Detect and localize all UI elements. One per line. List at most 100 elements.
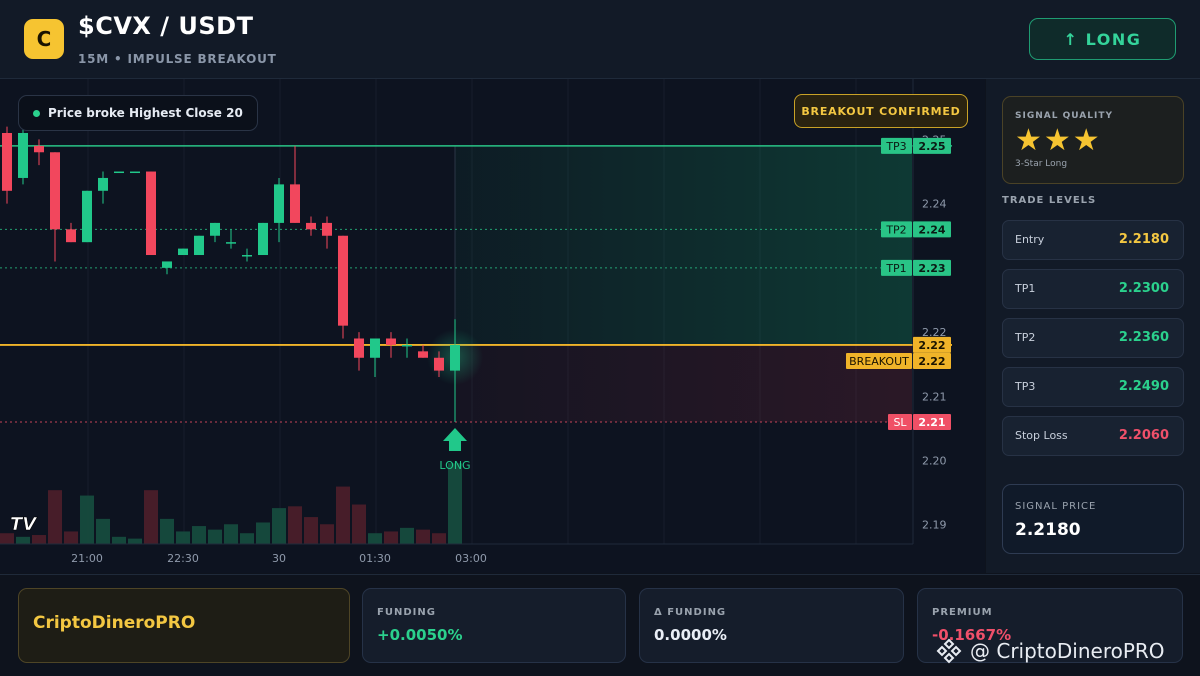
volume-bar: [352, 504, 366, 544]
signal-price-value: 2.2180: [1015, 520, 1081, 540]
candle-body: [258, 222, 268, 256]
volume-bar: [240, 533, 254, 544]
level-name-text: TP2: [885, 223, 906, 236]
candlestick-chart[interactable]: LONG2.252.242.222.212.202.192.25TP32.24T…: [0, 79, 985, 573]
volume-bar: [288, 506, 302, 544]
funding-title: FUNDING: [377, 607, 436, 618]
volume-bar: [16, 536, 30, 544]
trade-level-value: 2.2060: [1118, 428, 1169, 443]
volume-bar: [144, 490, 158, 544]
time-tick-label: 01:30: [359, 552, 391, 565]
long-arrow-icon: [443, 427, 467, 451]
price-tick-label: 2.21: [922, 390, 947, 403]
volume-bar: [160, 518, 174, 544]
trade-level-tp1: TP1 2.2300: [1002, 269, 1184, 309]
price-tick-label: 2.20: [922, 455, 947, 468]
time-tick-label: 03:00: [455, 552, 487, 565]
candle-body: [418, 351, 428, 358]
candle-body: [370, 338, 380, 358]
level-name-text: TP3: [885, 140, 906, 153]
candle-body: [322, 222, 332, 236]
volume-bar: [272, 508, 286, 544]
trade-level-label: TP3: [1015, 380, 1036, 393]
funding-card: FUNDING +0.0050%: [362, 588, 626, 663]
exchange-logo-icon: [936, 638, 962, 664]
trade-level-label: Entry: [1015, 233, 1045, 246]
candle-body: [98, 177, 108, 191]
volume-bar: [96, 518, 110, 544]
risk-zone: [455, 344, 912, 422]
tradingview-logo-icon: TV: [10, 514, 38, 535]
trade-levels-title: TRADE LEVELS: [1002, 195, 1097, 206]
volume-bar: [448, 463, 462, 544]
volume-bar: [80, 495, 94, 544]
trade-level-label: TP1: [1015, 282, 1036, 295]
candle-body: [226, 242, 236, 244]
candle-body: [178, 248, 188, 256]
volume-bar: [320, 524, 334, 544]
trade-level-stop-loss: Stop Loss 2.2060: [1002, 416, 1184, 456]
volume-bar: [64, 531, 78, 544]
level-value-text: 2.24: [918, 223, 945, 236]
timeframe-subtitle: 15M • IMPULSE BREAKOUT: [78, 52, 277, 66]
candle-body: [82, 190, 92, 243]
volume-bar: [176, 531, 190, 544]
time-tick-label: 22:30: [167, 552, 199, 565]
candle-body: [338, 235, 348, 326]
volume-bar: [192, 526, 206, 544]
volume-bar: [112, 536, 126, 544]
trade-level-value: 2.2300: [1118, 281, 1169, 296]
price-tick-label: 2.19: [922, 519, 947, 532]
candle-body: [354, 338, 364, 358]
time-tick-label: 21:00: [71, 552, 103, 565]
volume-bar: [384, 531, 398, 544]
volume-bar: [304, 517, 318, 544]
candle-body: [290, 184, 300, 223]
pair-title: $CVX / USDT: [78, 12, 254, 40]
watermark-text: @ CriptoDineroPRO: [970, 639, 1165, 663]
long-button[interactable]: ↑ LONG: [1029, 18, 1176, 60]
coin-logo-icon: C: [24, 19, 64, 59]
candle-body: [66, 229, 76, 243]
trade-level-value: 2.2490: [1118, 379, 1169, 394]
level-name-text: SL: [893, 416, 907, 429]
trade-level-label: Stop Loss: [1015, 429, 1068, 442]
level-value-text: 2.25: [918, 140, 945, 153]
signal-sidebar: SIGNAL QUALITY ★★★ 3-Star Long TRADE LEV…: [986, 79, 1200, 573]
trade-level-value: 2.2360: [1118, 330, 1169, 345]
delta-funding-title: Δ FUNDING: [654, 607, 727, 618]
header: C $CVX / USDT 15M • IMPULSE BREAKOUT ↑ L…: [0, 0, 1200, 79]
volume-bar: [208, 529, 222, 544]
price-tick-label: 2.24: [922, 198, 947, 211]
candle-body: [194, 235, 204, 256]
signal-price-title: SIGNAL PRICE: [1015, 501, 1097, 512]
star-rating-icon: ★★★: [1015, 123, 1102, 158]
candle-body: [146, 171, 156, 256]
breakout-condition-text: Price broke Highest Close 20: [48, 106, 243, 120]
candle-body: [306, 222, 316, 230]
trade-level-tp3: TP3 2.2490: [1002, 367, 1184, 407]
candle-body: [274, 184, 284, 223]
candle-body: [210, 222, 220, 236]
signal-quality-title: SIGNAL QUALITY: [1015, 111, 1113, 121]
brand-name: CriptoDineroPRO: [33, 613, 196, 633]
candle-body: [450, 344, 460, 371]
status-dot-icon: [33, 109, 40, 117]
candle-body: [162, 261, 172, 268]
level-value-text: 2.22: [918, 339, 945, 352]
volume-bar: [256, 522, 270, 544]
delta-funding-value: 0.0000%: [654, 626, 727, 644]
price-chart[interactable]: LONG2.252.242.222.212.202.192.25TP32.24T…: [0, 79, 985, 573]
volume-bar: [128, 538, 142, 544]
level-value-text: 2.23: [918, 262, 945, 275]
candle-body: [50, 152, 60, 230]
volume-bar: [224, 524, 238, 544]
level-value-text: 2.22: [918, 355, 945, 368]
trade-level-label: TP2: [1015, 331, 1036, 344]
level-name-text: TP1: [885, 262, 906, 275]
premium-title: PREMIUM: [932, 607, 993, 618]
signal-quality-label: 3-Star Long: [1015, 159, 1068, 169]
trade-level-entry: Entry 2.2180: [1002, 220, 1184, 260]
signal-quality-card: SIGNAL QUALITY ★★★ 3-Star Long: [1002, 96, 1184, 184]
delta-funding-card: Δ FUNDING 0.0000%: [639, 588, 904, 663]
